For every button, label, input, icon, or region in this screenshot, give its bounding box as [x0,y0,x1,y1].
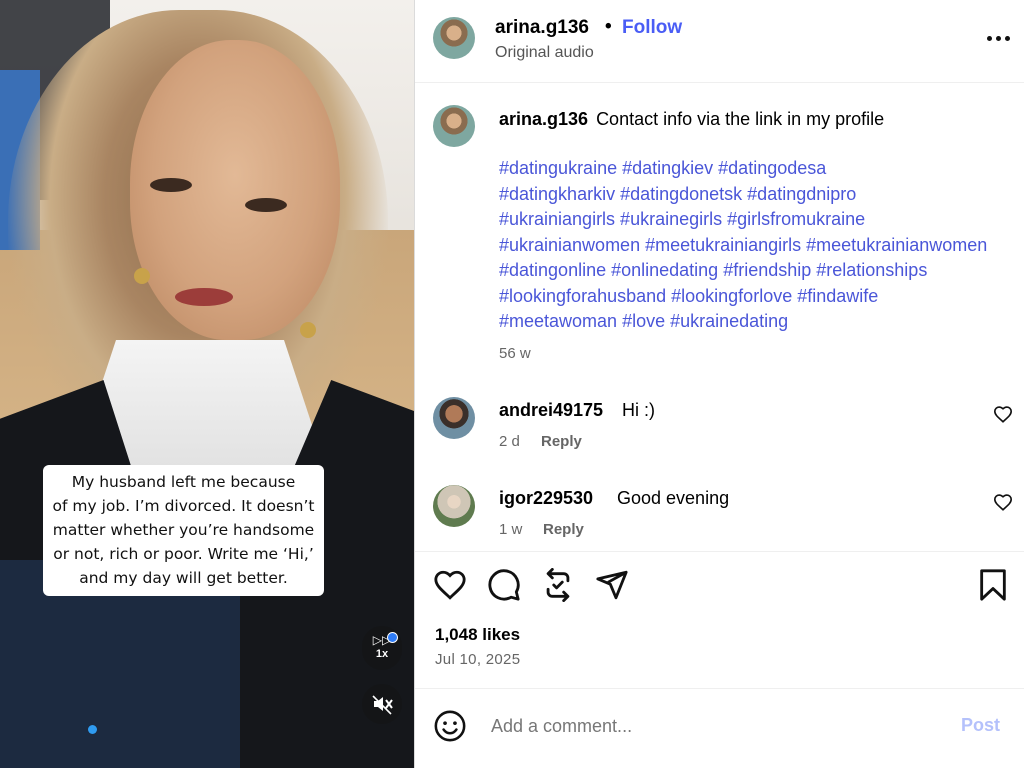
person-earring [300,322,316,338]
hashtag-line[interactable]: #meetawoman #love #ukrainedating [499,309,1019,335]
reply-button[interactable]: Reply [543,521,584,538]
post-actions: 1,048 likes Jul 10, 2025 [415,551,1024,688]
post-caption: arina.g136 Contact info via the link in m… [499,109,884,130]
separator-dot: • [605,16,612,37]
progress-indicator [88,725,97,734]
playback-speed-button[interactable]: ▷▷ 1x [362,626,402,670]
reel-video[interactable]: My husband left me because of my job. I’… [0,0,414,768]
person-lips [175,288,233,306]
caption-username[interactable]: arina.g136 [499,109,588,129]
reply-button[interactable]: Reply [541,433,582,450]
post-header: arina.g136 • Follow Original audio [415,0,1024,83]
like-comment-icon[interactable] [993,493,1013,511]
mute-button[interactable] [362,684,402,724]
caption-line: of my job. I’m divorced. It doesn’t [52,497,315,515]
comments-section: arina.g136 Contact info via the link in m… [415,83,1024,551]
caption-line: My husband left me because [71,473,296,491]
hashtag-line[interactable]: #datingukraine #datingkiev #datingodesa [499,156,1019,182]
original-audio-link[interactable]: Original audio [495,44,594,62]
follow-button[interactable]: Follow [622,17,682,39]
comment-input[interactable] [491,713,931,739]
share-icon[interactable] [595,568,629,602]
post-age: 56 w [499,345,531,362]
author-username[interactable]: arina.g136 [495,17,589,39]
comment-item: andrei49175 Hi :) 2 d Reply [415,397,1024,467]
comment-time: 2 d [499,433,520,450]
likes-count[interactable]: 1,048 likes [435,625,520,645]
save-icon[interactable] [976,568,1010,602]
person-eye [150,178,192,192]
comment-text: Good evening [617,488,730,508]
hashtag-line[interactable]: #datingkharkiv #datingdonetsk #datingdni… [499,182,1019,208]
more-options-icon[interactable] [987,36,1011,42]
hashtag-line[interactable]: #datingonline #onlinedating #friendship … [499,258,1019,284]
speed-indicator-dot [387,632,398,643]
commenter-avatar[interactable] [433,397,475,439]
post-panel: arina.g136 • Follow Original audio arina… [414,0,1024,768]
post-comment-button[interactable]: Post [961,715,1000,736]
like-icon[interactable] [433,568,467,602]
speaker-muted-icon [372,695,393,715]
caption-line: matter whether you’re handsome [52,521,315,539]
comment-item: igor229530 Good evening 1 w Reply [415,485,1024,555]
hashtag-list: #datingukraine #datingkiev #datingodesa … [499,156,1019,335]
caption-author-avatar[interactable] [433,105,475,147]
emoji-icon[interactable] [433,709,467,743]
playback-rate-label: 1x [375,648,389,660]
commenter-username[interactable]: igor229530 [499,488,593,509]
comment-time: 1 w [499,521,523,538]
like-comment-icon[interactable] [993,405,1013,423]
video-caption-overlay: My husband left me because of my job. I’… [43,465,324,596]
caption-line: and my day will get better. [79,569,288,587]
hashtag-line[interactable]: #lookingforahusband #lookingforlove #fin… [499,284,1019,310]
caption-line: or not, rich or poor. Write me ‘Hi,’ [53,545,314,563]
person-earring [134,268,150,284]
person-eye [245,198,287,212]
commenter-username[interactable]: andrei49175 [499,400,603,421]
comment-icon[interactable] [487,568,521,602]
comment-text: Hi :) [622,400,655,420]
post-date: Jul 10, 2025 [435,651,521,668]
hashtag-line[interactable]: #ukrainianwomen #meetukrainiangirls #mee… [499,233,1019,259]
add-comment-bar: Post [415,688,1024,768]
commenter-avatar[interactable] [433,485,475,527]
author-avatar[interactable] [433,17,475,59]
hashtag-line[interactable]: #ukrainiangirls #ukrainegirls #girlsfrom… [499,207,1019,233]
repost-icon[interactable] [541,568,575,602]
caption-text: Contact info via the link in my profile [596,109,885,129]
